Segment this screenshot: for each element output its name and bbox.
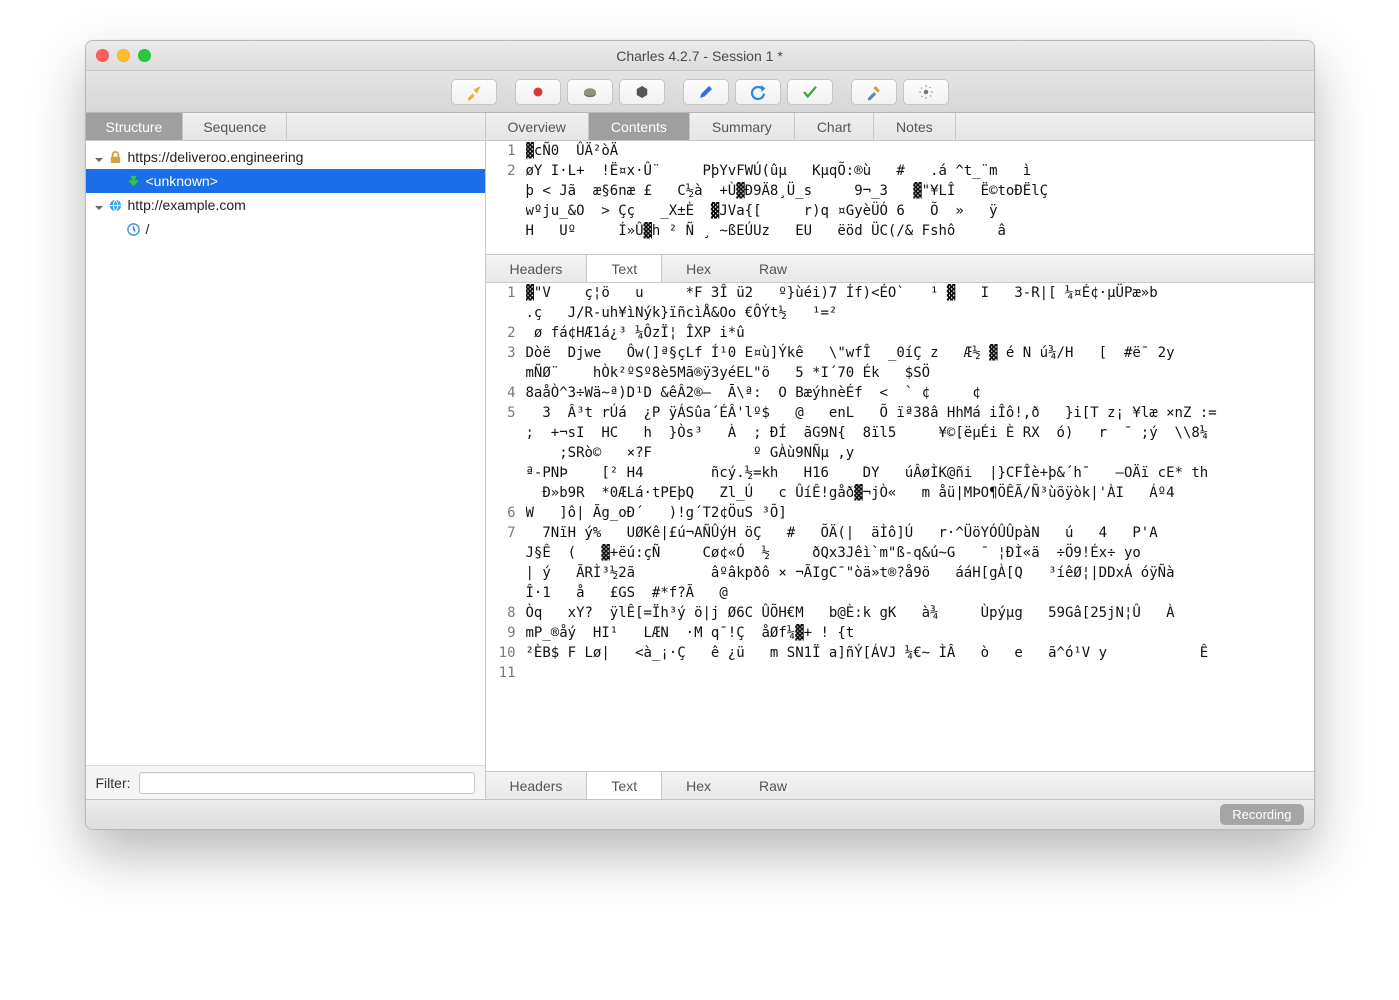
compose-button[interactable] [683, 79, 729, 105]
body: Structure Sequence https://deliveroo.eng… [86, 113, 1314, 799]
lock-icon [108, 149, 124, 165]
tab-contents[interactable]: Contents [589, 113, 690, 140]
line-gutter: 1234567891011 [496, 283, 526, 771]
line-gutter: 12 [496, 141, 526, 254]
settings-button[interactable] [903, 79, 949, 105]
filter-input[interactable] [139, 772, 475, 794]
tree-host-deliveroo[interactable]: https://deliveroo.engineering [86, 145, 485, 169]
toolbar [86, 71, 1314, 113]
validate-button[interactable] [787, 79, 833, 105]
broom-button[interactable] [451, 79, 497, 105]
subtab-raw[interactable]: Raw [735, 255, 811, 282]
window-title: Charles 4.2.7 - Session 1 * [86, 48, 1314, 64]
tree-label: <unknown> [146, 173, 218, 189]
tab-chart[interactable]: Chart [795, 113, 874, 140]
filter-row: Filter: [86, 765, 485, 799]
recording-indicator: Recording [1220, 804, 1303, 825]
tree-label: https://deliveroo.engineering [128, 149, 304, 165]
main-tabs: Overview Contents Summary Chart Notes [486, 113, 1314, 141]
tree-item-unknown[interactable]: <unknown> [86, 169, 485, 193]
sidebar-tabs: Structure Sequence [86, 113, 485, 141]
subtab-raw[interactable]: Raw [735, 772, 811, 799]
response-body-view[interactable]: 1234567891011 ▓"V ç¦ö u *F 3Î ü2 º}ùéi)7… [486, 283, 1314, 771]
subtab-text[interactable]: Text [586, 772, 662, 799]
chevron-down-icon[interactable] [94, 200, 104, 210]
chevron-down-icon[interactable] [94, 152, 104, 162]
filter-label: Filter: [96, 775, 131, 791]
zoom-icon[interactable] [138, 49, 151, 62]
response-subtabs: Headers Text Hex Raw [486, 771, 1314, 799]
record-button[interactable] [515, 79, 561, 105]
tab-summary[interactable]: Summary [690, 113, 795, 140]
session-tree[interactable]: https://deliveroo.engineering <unknown> … [86, 141, 485, 765]
code-lines: ▓cÑ0 ÛÄ²òÄøY I·L+ !Ë¤x·Û¨ PþYvFWÚ(ûµ Kµq… [526, 141, 1314, 254]
request-subtabs: Headers Text Hex Raw [486, 255, 1314, 283]
clock-icon [126, 221, 142, 237]
main-panel: Overview Contents Summary Chart Notes 12… [486, 113, 1314, 799]
tree-label: http://example.com [128, 197, 246, 213]
breakpoint-button[interactable] [619, 79, 665, 105]
subtab-headers[interactable]: Headers [486, 772, 587, 799]
window-controls [96, 49, 151, 62]
request-body-view[interactable]: 12 ▓cÑ0 ÛÄ²òÄøY I·L+ !Ë¤x·Û¨ PþYvFWÚ(ûµ … [486, 141, 1314, 255]
tools-button[interactable] [851, 79, 897, 105]
statusbar: Recording [86, 799, 1314, 829]
tab-notes[interactable]: Notes [874, 113, 956, 140]
tree-item-root[interactable]: / [86, 217, 485, 241]
app-window: Charles 4.2.7 - Session 1 * [85, 40, 1315, 830]
sidebar: Structure Sequence https://deliveroo.eng… [86, 113, 486, 799]
tab-structure[interactable]: Structure [86, 113, 184, 140]
tree-host-example[interactable]: http://example.com [86, 193, 485, 217]
code-lines: ▓"V ç¦ö u *F 3Î ü2 º}ùéi)7 Íf)<ÉO` ¹ ▓ I… [526, 283, 1314, 771]
tab-sequence[interactable]: Sequence [183, 113, 287, 140]
throttle-button[interactable] [567, 79, 613, 105]
minimize-icon[interactable] [117, 49, 130, 62]
tree-label: / [146, 221, 150, 237]
subtab-text[interactable]: Text [586, 255, 662, 282]
titlebar: Charles 4.2.7 - Session 1 * [86, 41, 1314, 71]
subtab-hex[interactable]: Hex [662, 772, 735, 799]
download-icon [126, 173, 142, 189]
globe-icon [108, 197, 124, 213]
tab-overview[interactable]: Overview [486, 113, 589, 140]
close-icon[interactable] [96, 49, 109, 62]
subtab-headers[interactable]: Headers [486, 255, 587, 282]
subtab-hex[interactable]: Hex [662, 255, 735, 282]
repeat-button[interactable] [735, 79, 781, 105]
